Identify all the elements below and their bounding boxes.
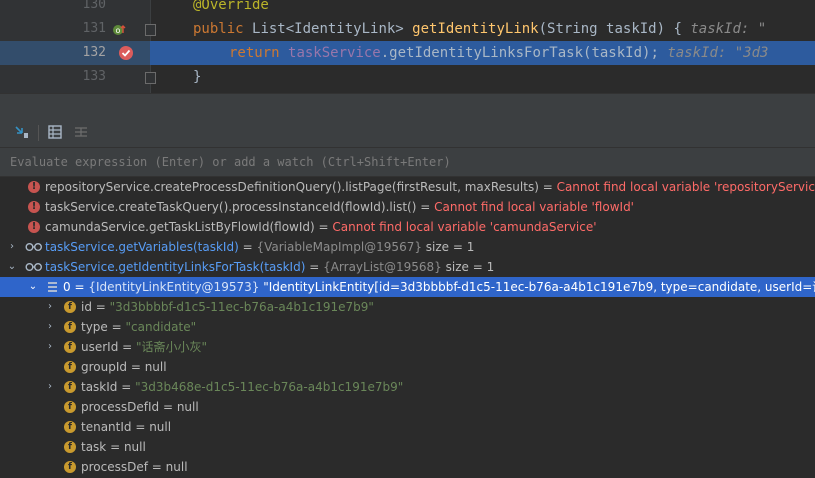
override-marker-icon[interactable]: o	[112, 22, 126, 36]
object-value: "IdentityLinkEntity[id=3d3bbbbf-d1c5-11e…	[259, 280, 815, 294]
layout-icon[interactable]	[73, 124, 89, 140]
watch-row-error[interactable]: ! repositoryService.createProcessDefinit…	[0, 177, 815, 197]
chevron-right-icon[interactable]: ›	[7, 237, 17, 257]
watch-error: Cannot find local variable 'repositorySe…	[556, 180, 815, 194]
object-type: {VariableMapImpl@19567}	[256, 240, 422, 254]
fold-marker-icon[interactable]	[145, 72, 156, 84]
tree-item-selected-element[interactable]: ⌄ 0 = {IdentityLinkEntity@19573} "Identi…	[0, 277, 815, 297]
field-row[interactable]: f processDefId = null	[0, 397, 815, 417]
svg-text:o: o	[116, 26, 121, 35]
code-line-133: 133 }	[0, 65, 815, 89]
field-row[interactable]: f tenantId = null	[0, 417, 815, 437]
watch-expression: taskService.getVariables(taskId)	[45, 240, 239, 254]
watch-expression: taskService.createTaskQuery().processIns…	[45, 200, 417, 214]
error-icon: !	[28, 181, 40, 193]
object-type: {IdentityLinkEntity@19573}	[88, 280, 260, 294]
line-number: 132	[82, 45, 106, 60]
chevron-right-icon[interactable]: ›	[45, 317, 55, 337]
field-icon: f	[64, 421, 76, 433]
field-icon: f	[64, 401, 76, 413]
inline-debug-value: taskId: "3d3	[667, 45, 769, 61]
code-line-130: 130 @Override	[0, 0, 815, 17]
chevron-right-icon[interactable]: ›	[45, 297, 55, 317]
table-view-icon[interactable]	[47, 124, 63, 140]
panel-splitter[interactable]	[0, 93, 815, 120]
line-number: 130	[82, 0, 106, 12]
field-icon: f	[64, 441, 76, 453]
field-icon: f	[64, 461, 76, 473]
return-statement: return taskService.getIdentityLinksForTa…	[229, 45, 769, 61]
inline-debug-value: taskId: "	[690, 21, 767, 37]
error-icon: !	[28, 201, 40, 213]
field-row[interactable]: › f type = "candidate"	[0, 317, 815, 337]
chevron-down-icon[interactable]: ⌄	[7, 257, 17, 277]
watch-row-identity-links[interactable]: ⌄ taskService.getIdentityLinksForTask(ta…	[0, 257, 815, 277]
code-line-131: 131 o public List<IdentityLink> getIdent…	[0, 17, 815, 41]
field-row[interactable]: f task = null	[0, 437, 815, 457]
collection-size: size = 1	[421, 240, 475, 254]
watch-expression: repositoryService.createProcessDefinitio…	[45, 180, 539, 194]
field-row[interactable]: › f id = "3d3bbbbf-d1c5-11ec-b76a-a4b1c1…	[0, 297, 815, 317]
code-editor: 130 @Override 131 o public List<Identity…	[0, 0, 815, 93]
restore-layout-icon[interactable]	[14, 124, 30, 140]
field-icon: f	[64, 321, 76, 333]
field-icon: f	[64, 361, 76, 373]
code-line-132: 132 return taskService.getIdentityLinksF…	[0, 41, 815, 65]
watch-row-variables[interactable]: › taskService.getVariables(taskId) = {Va…	[0, 237, 815, 257]
field-row[interactable]: › f taskId = "3d3b468e-d1c5-11ec-b76a-a4…	[0, 377, 815, 397]
breakpoint-icon[interactable]	[118, 45, 134, 61]
line-number: 131	[82, 21, 106, 36]
fold-marker-icon[interactable]	[145, 24, 156, 36]
watch-error: Cannot find local variable 'flowId'	[434, 200, 634, 214]
line-number: 133	[82, 69, 106, 84]
watch-expression: taskService.getIdentityLinksForTask(task…	[45, 260, 306, 274]
field-icon: f	[64, 341, 76, 353]
error-icon: !	[28, 221, 40, 233]
watch-expression: camundaService.getTaskListByFlowId(flowI…	[45, 220, 315, 234]
override-annotation: @Override	[193, 0, 269, 13]
watch-row-error[interactable]: ! camundaService.getTaskListByFlowId(flo…	[0, 217, 815, 237]
watch-error: Cannot find local variable 'camundaServi…	[332, 220, 597, 234]
list-element-icon	[47, 280, 58, 294]
evaluate-expression-bar	[0, 148, 815, 177]
field-icon: f	[64, 301, 76, 313]
chevron-right-icon[interactable]: ›	[45, 377, 55, 397]
watch-row-error[interactable]: ! taskService.createTaskQuery().processI…	[0, 197, 815, 217]
closing-brace: }	[193, 69, 202, 85]
field-row[interactable]: › f userId = "话斋小小灰"	[0, 337, 815, 357]
variables-toolbar	[0, 119, 815, 148]
toolbar-divider	[38, 125, 39, 141]
chevron-down-icon[interactable]: ⌄	[28, 277, 38, 297]
collection-size: size = 1	[441, 260, 495, 274]
method-signature: public List<IdentityLink> getIdentityLin…	[193, 21, 767, 37]
chevron-right-icon[interactable]: ›	[45, 337, 55, 357]
field-row[interactable]: f groupId = null	[0, 357, 815, 377]
variables-tree: ! repositoryService.createProcessDefinit…	[0, 177, 815, 478]
evaluate-expression-input[interactable]	[0, 148, 815, 176]
field-icon: f	[64, 381, 76, 393]
object-type: {ArrayList@19568}	[323, 260, 442, 274]
field-row[interactable]: f processDef = null	[0, 457, 815, 477]
